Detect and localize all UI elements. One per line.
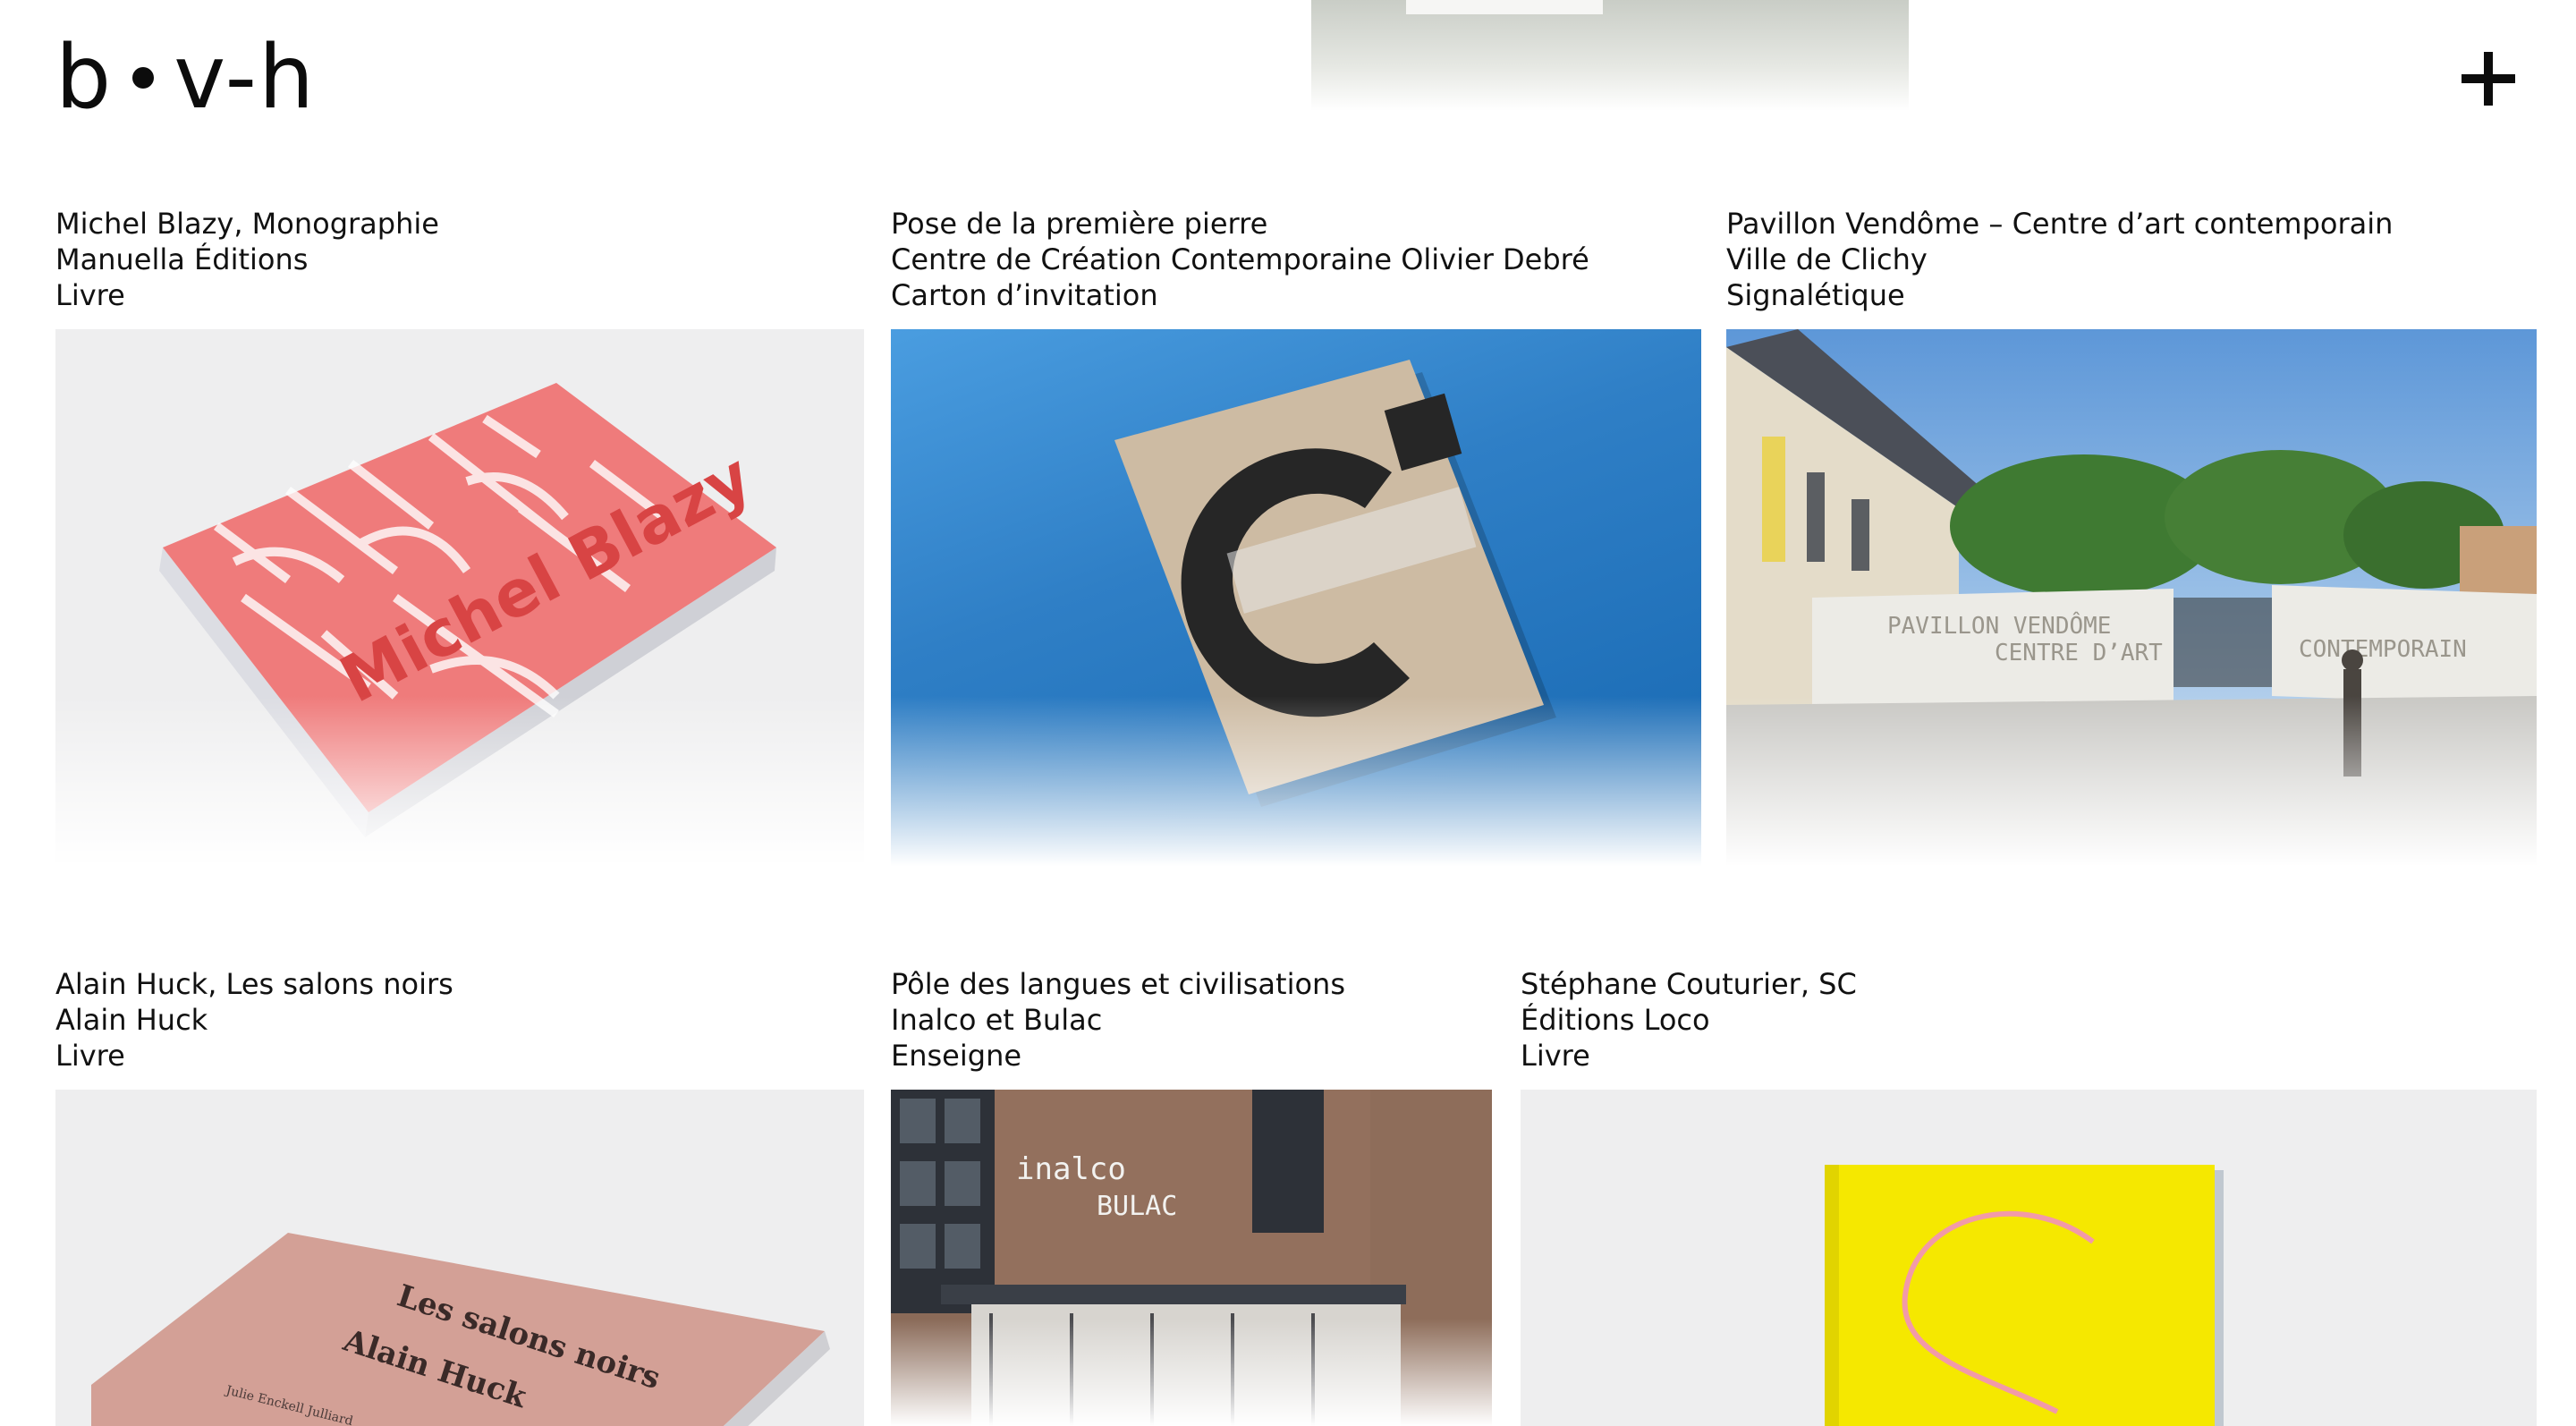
project-category: Enseigne xyxy=(891,1039,1022,1073)
project-image[interactable]: inalco BULAC xyxy=(891,1090,1492,1426)
sign-line-1: PAVILLON VENDÔME xyxy=(1887,611,2111,640)
scrolled-image-preview xyxy=(1311,0,1909,111)
project-title: Michel Blazy, Monographie xyxy=(55,207,439,241)
project-client: Manuella Éditions xyxy=(55,242,309,276)
project-category: Livre xyxy=(55,278,125,312)
project-image[interactable]: Alain Huck Les salons noirs Julie Enckel… xyxy=(55,1090,864,1426)
project-category: Signalétique xyxy=(1726,278,1905,312)
project-client: Alain Huck xyxy=(55,1003,208,1037)
project-title: Pose de la première pierre xyxy=(891,207,1268,241)
book-photo: Alain Huck Les salons noirs Julie Enckel… xyxy=(91,1233,830,1426)
project-card-blazy[interactable]: Michel Blazy, Monographie Manuella Éditi… xyxy=(55,206,864,868)
project-image[interactable] xyxy=(1521,1090,2537,1426)
sign-line-2: CENTRE D’ART xyxy=(1995,640,2163,666)
sign-line-2: BULAC xyxy=(1097,1191,1177,1222)
project-caption: Alain Huck, Les salons noirs Alain Huck … xyxy=(55,966,864,1074)
project-client: Inalco et Bulac xyxy=(891,1003,1103,1037)
project-client: Ville de Clichy xyxy=(1726,242,1928,276)
project-caption: Pose de la première pierre Centre de Cré… xyxy=(891,206,1701,313)
logo-letters-vh: v-h xyxy=(174,27,317,129)
project-title: Alain Huck, Les salons noirs xyxy=(55,967,453,1001)
project-category: Carton d’invitation xyxy=(891,278,1158,312)
project-card-huck[interactable]: Alain Huck, Les salons noirs Alain Huck … xyxy=(55,966,864,1426)
sign-line-3: CONTEMPORAIN xyxy=(2299,636,2467,663)
project-title: Stéphane Couturier, SC xyxy=(1521,967,1857,1001)
site-logo[interactable]: b v-h xyxy=(55,25,316,131)
project-title: Pôle des langues et civilisations xyxy=(891,967,1345,1001)
project-category: Livre xyxy=(1521,1039,1590,1073)
project-category: Livre xyxy=(55,1039,125,1073)
book-photo xyxy=(1825,1165,2224,1426)
logo-dot-icon xyxy=(132,67,155,89)
project-caption: Stéphane Couturier, SC Éditions Loco Liv… xyxy=(1521,966,2537,1074)
project-image[interactable] xyxy=(891,329,1701,866)
project-image[interactable]: Michel Blazy xyxy=(55,329,864,866)
project-card-couturier[interactable]: Stéphane Couturier, SC Éditions Loco Liv… xyxy=(1521,966,2537,1426)
project-caption: Michel Blazy, Monographie Manuella Éditi… xyxy=(55,206,864,313)
project-client: Centre de Création Contemporaine Olivier… xyxy=(891,242,1589,276)
project-card-debre[interactable]: Pose de la première pierre Centre de Cré… xyxy=(891,206,1701,868)
project-card-inalco[interactable]: Pôle des langues et civilisations Inalco… xyxy=(891,966,1492,1426)
project-card-vendome[interactable]: Pavillon Vendôme – Centre d’art contempo… xyxy=(1726,206,2537,868)
project-image[interactable]: PAVILLON VENDÔME CENTRE D’ART CONTEMPORA… xyxy=(1726,329,2537,866)
project-caption: Pavillon Vendôme – Centre d’art contempo… xyxy=(1726,206,2537,313)
sign-line-1: inalco xyxy=(1016,1151,1126,1187)
project-client: Éditions Loco xyxy=(1521,1003,1710,1037)
project-title: Pavillon Vendôme – Centre d’art contempo… xyxy=(1726,207,2394,241)
logo-letter-b: b xyxy=(55,27,114,129)
plus-icon[interactable] xyxy=(2462,52,2515,106)
project-caption: Pôle des langues et civilisations Inalco… xyxy=(891,966,1492,1074)
